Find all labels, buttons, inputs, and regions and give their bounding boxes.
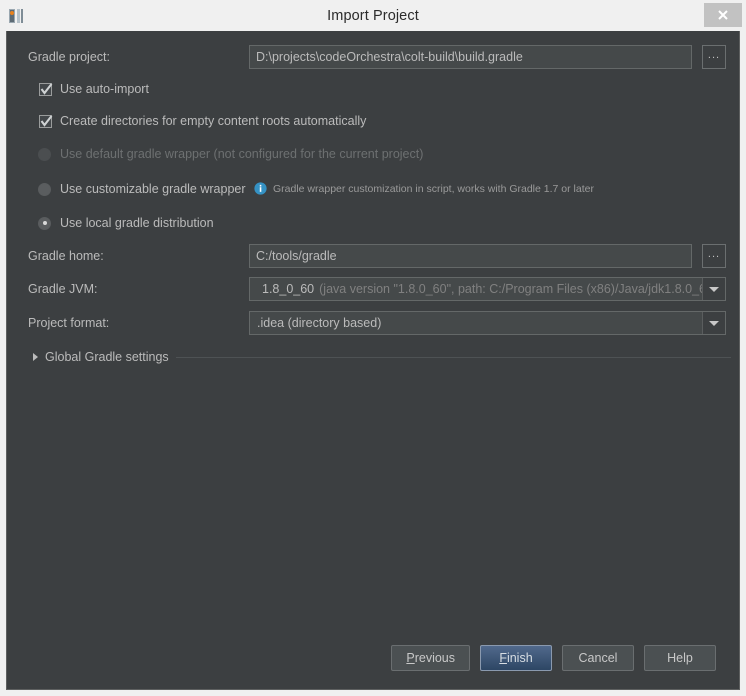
gradle-jvm-value: 1.8_0_60 (java version "1.8.0_60", path:… (250, 282, 702, 296)
checkbox-icon (39, 83, 52, 96)
radio-default-gradle-wrapper-label: Use default gradle wrapper (not configur… (60, 147, 423, 161)
radio-local-gradle-distribution[interactable]: Use local gradle distribution (38, 216, 214, 230)
close-button[interactable] (704, 3, 742, 27)
radio-default-gradle-wrapper: Use default gradle wrapper (not configur… (38, 147, 423, 161)
radio-local-gradle-distribution-label: Use local gradle distribution (60, 216, 214, 230)
dialog-footer: Previous Finish Cancel Help (7, 645, 739, 671)
previous-button-mnemonic: P (406, 651, 414, 665)
radio-icon (38, 183, 51, 196)
checkbox-icon (39, 115, 52, 128)
gradle-project-input[interactable]: D:\projects\codeOrchestra\colt-build\bui… (249, 45, 692, 69)
project-format-dropdown-button[interactable] (702, 312, 725, 334)
title-bar: Import Project (0, 0, 746, 31)
gradle-wrapper-hint-text: Gradle wrapper customization in script, … (273, 183, 594, 195)
create-directories-label: Create directories for empty content roo… (60, 114, 366, 128)
section-divider (176, 357, 731, 358)
finish-button[interactable]: Finish (480, 645, 552, 671)
gradle-jvm-detail: (java version "1.8.0_60", path: C:/Progr… (319, 282, 702, 296)
gradle-jvm-label: Gradle JVM: (28, 282, 249, 296)
radio-customizable-gradle-wrapper[interactable]: Use customizable gradle wrapper (38, 182, 246, 196)
global-gradle-settings-label: Global Gradle settings (45, 350, 169, 364)
window-title: Import Project (0, 8, 746, 24)
chevron-down-icon (709, 321, 719, 326)
import-project-dialog: Import Project Gradle project: D:\projec… (0, 0, 746, 696)
gradle-project-browse-button[interactable]: ... (702, 45, 726, 69)
project-format-value: .idea (directory based) (250, 316, 702, 330)
help-button[interactable]: Help (644, 645, 716, 671)
gradle-jvm-row: Gradle JVM: 1.8_0_60 (java version "1.8.… (28, 277, 730, 301)
project-format-label: Project format: (28, 316, 249, 330)
close-icon (717, 9, 729, 21)
gradle-home-browse-button[interactable]: ... (702, 244, 726, 268)
use-auto-import-checkbox[interactable]: Use auto-import (39, 82, 149, 96)
info-icon (254, 182, 267, 195)
chevron-down-icon (709, 287, 719, 292)
gradle-jvm-dropdown-button[interactable] (702, 278, 725, 300)
previous-button-label: revious (415, 651, 455, 665)
project-format-row: Project format: .idea (directory based) (28, 311, 730, 335)
global-gradle-settings-section[interactable]: Global Gradle settings (33, 350, 731, 364)
radio-customizable-gradle-wrapper-label: Use customizable gradle wrapper (60, 182, 246, 196)
gradle-project-label: Gradle project: (28, 50, 249, 64)
project-format-combobox[interactable]: .idea (directory based) (249, 311, 726, 335)
gradle-wrapper-hint: Gradle wrapper customization in script, … (254, 182, 594, 195)
previous-button[interactable]: Previous (391, 645, 470, 671)
radio-icon (38, 148, 51, 161)
gradle-jvm-combobox[interactable]: 1.8_0_60 (java version "1.8.0_60", path:… (249, 277, 726, 301)
create-directories-checkbox[interactable]: Create directories for empty content roo… (39, 114, 366, 128)
gradle-project-row: Gradle project: D:\projects\codeOrchestr… (28, 45, 730, 69)
intellij-idea-icon (8, 7, 26, 25)
cancel-button[interactable]: Cancel (562, 645, 634, 671)
finish-button-mnemonic: F (499, 651, 507, 665)
gradle-home-label: Gradle home: (28, 249, 249, 263)
finish-button-label: inish (507, 651, 533, 665)
gradle-jvm-version: 1.8_0_60 (262, 282, 314, 296)
gradle-home-row: Gradle home: C:/tools/gradle ... (28, 244, 730, 268)
radio-selected-icon (38, 217, 51, 230)
use-auto-import-label: Use auto-import (60, 82, 149, 96)
chevron-right-icon (33, 353, 38, 361)
dialog-content: Gradle project: D:\projects\codeOrchestr… (6, 31, 740, 690)
gradle-home-input[interactable]: C:/tools/gradle (249, 244, 692, 268)
